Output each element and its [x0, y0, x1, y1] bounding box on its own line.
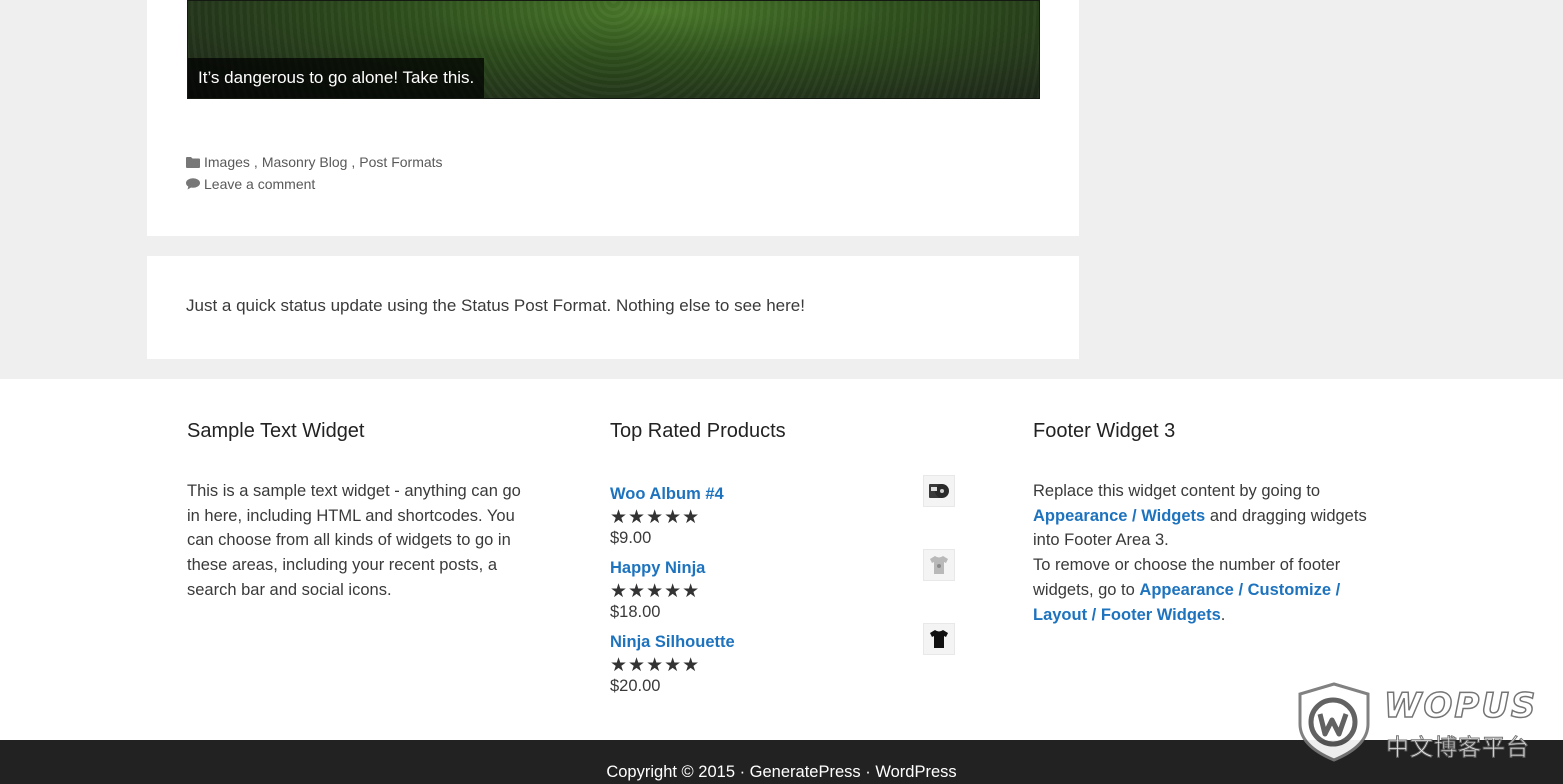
wordpress-link[interactable]: WordPress [875, 763, 956, 781]
product-item: Woo Album #4 ★★★★★ $9.00 [610, 475, 955, 559]
product-thumbnail[interactable] [923, 475, 955, 507]
product-price: $18.00 [610, 603, 661, 621]
widget-text: Replace this widget content by going to A… [1033, 482, 1367, 624]
post-featured-image[interactable]: It’s dangerous to go alone! Take this. [187, 0, 1040, 99]
wopus-watermark: WOPUS 中文博客平台 [1292, 680, 1557, 764]
category-link-masonry-blog[interactable]: Masonry Blog [262, 154, 348, 170]
star-rating: ★★★★★ [610, 655, 701, 676]
category-link-images[interactable]: Images [204, 154, 250, 170]
widget-title: Footer Widget 3 [1033, 420, 1176, 442]
star-rating: ★★★★★ [610, 507, 701, 528]
image-caption: It’s dangerous to go alone! Take this. [188, 58, 485, 98]
product-price: $20.00 [610, 677, 661, 695]
watermark-logo-text: WOPUS [1383, 685, 1538, 727]
album-icon [929, 484, 949, 498]
black-tshirt-icon [930, 630, 948, 648]
product-item: Ninja Silhouette ★★★★★ $20.00 [610, 623, 955, 707]
product-price: $9.00 [610, 529, 652, 547]
product-thumbnail[interactable] [923, 549, 955, 581]
product-thumbnail[interactable] [923, 623, 955, 655]
separator: · [865, 763, 871, 781]
product-link[interactable]: Happy Ninja [610, 559, 705, 578]
status-post-text: Just a quick status update using the Sta… [186, 296, 805, 315]
generatepress-link[interactable]: GeneratePress [750, 763, 861, 781]
status-post-card: Just a quick status update using the Sta… [147, 256, 1079, 359]
post-categories: Images, Masonry Blog, Post Formats [186, 154, 443, 170]
wopus-shield-icon [1298, 682, 1370, 762]
post-comments: Leave a comment [186, 176, 315, 192]
folder-icon [186, 157, 200, 168]
page: It’s dangerous to go alone! Take this. I… [0, 0, 1563, 784]
widget-text: This is a sample text widget - anything … [187, 482, 521, 599]
widget-title: Sample Text Widget [187, 420, 365, 442]
copyright-text: Copyright © 2015 · [606, 763, 746, 781]
product-link[interactable]: Woo Album #4 [610, 485, 724, 504]
grey-tshirt-icon [930, 556, 948, 574]
image-post-card: It’s dangerous to go alone! Take this. I… [147, 0, 1079, 236]
category-link-post-formats[interactable]: Post Formats [359, 154, 442, 170]
product-item: Happy Ninja ★★★★★ $18.00 [610, 549, 955, 633]
comment-icon [186, 178, 200, 190]
product-link[interactable]: Ninja Silhouette [610, 633, 735, 652]
star-rating: ★★★★★ [610, 581, 701, 602]
watermark-subtitle: 中文博客平台 [1386, 735, 1530, 762]
widget-title: Top Rated Products [610, 420, 786, 442]
leave-comment-link[interactable]: Leave a comment [204, 176, 315, 192]
appearance-widgets-link[interactable]: Appearance / Widgets [1033, 507, 1205, 525]
